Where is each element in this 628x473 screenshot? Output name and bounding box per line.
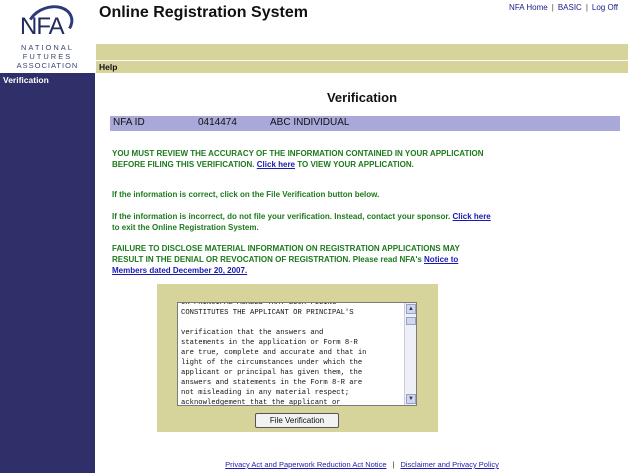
sidebar-divider [95,0,96,473]
verification-panel: OR PRINCIPAL AGREES THAT SUCH FILING CON… [157,284,438,432]
logo-line-3: ASSOCIATION [16,61,79,70]
sidebar-item-verification[interactable]: Verification [3,75,49,85]
menu-bar: Help [96,60,628,73]
privacy-act-link[interactable]: Privacy Act and Paperwork Reduction Act … [225,460,386,469]
correct-message: If the information is correct, click on … [112,190,380,199]
failure-warning: FAILURE TO DISCLOSE MATERIAL INFORMATION… [112,243,492,276]
view-application-link[interactable]: Click here [257,160,295,169]
sidebar: Verification [0,73,95,473]
id-bar: NFA ID 0414474 ABC INDIVIDUAL [110,116,620,131]
file-verification-button[interactable]: File Verification [255,413,339,428]
logo-line-2: FUTURES [22,52,73,61]
scroll-down-icon[interactable]: ▼ [406,394,416,404]
log-off-link[interactable]: Log Off [592,3,618,12]
incorrect-text: If the information is incorrect, do not … [112,212,451,221]
verification-text-area[interactable]: OR PRINCIPAL AGREES THAT SUCH FILING CON… [177,302,417,406]
incorrect-text-end: to exit the Online Registration System. [112,223,259,232]
nfa-home-link[interactable]: NFA Home [509,3,548,12]
basic-link[interactable]: BASIC [558,3,582,12]
verification-text: OR PRINCIPAL AGREES THAT SUCH FILING CON… [181,302,367,406]
disclaimer-link[interactable]: Disclaimer and Privacy Policy [400,460,498,469]
app-title: Online Registration System [99,4,308,21]
page-title: Verification [326,90,398,105]
nfa-id-value: 0414474 [198,117,237,128]
logo-text: NFA [20,13,65,40]
review-text-end: TO VIEW YOUR APPLICATION. [297,160,414,169]
entity-name: ABC INDIVIDUAL [270,117,350,128]
help-menu[interactable]: Help [99,62,117,72]
top-links: NFA Home | BASIC | Log Off [509,3,618,12]
text-scrollbar[interactable]: ▲ ▼ [404,303,416,405]
footer: Privacy Act and Paperwork Reduction Act … [96,460,628,469]
footer-separator: | [392,460,395,469]
nfa-id-label: NFA ID [113,117,145,128]
nfa-logo[interactable]: NFA NATIONAL FUTURES ASSOCIATION [0,0,95,72]
review-message: YOU MUST REVIEW THE ACCURACY OF THE INFO… [112,148,492,170]
scroll-thumb[interactable] [406,317,416,325]
scroll-up-icon[interactable]: ▲ [406,304,416,314]
link-separator: | [585,3,588,12]
logo-line-1: NATIONAL [21,43,74,52]
failure-text: FAILURE TO DISCLOSE MATERIAL INFORMATION… [112,244,460,264]
incorrect-message: If the information is incorrect, do not … [112,211,492,233]
header-band [96,44,628,60]
page: NFA NATIONAL FUTURES ASSOCIATION Online … [0,0,628,473]
exit-system-link[interactable]: Click here [453,212,491,221]
link-separator: | [551,3,554,12]
